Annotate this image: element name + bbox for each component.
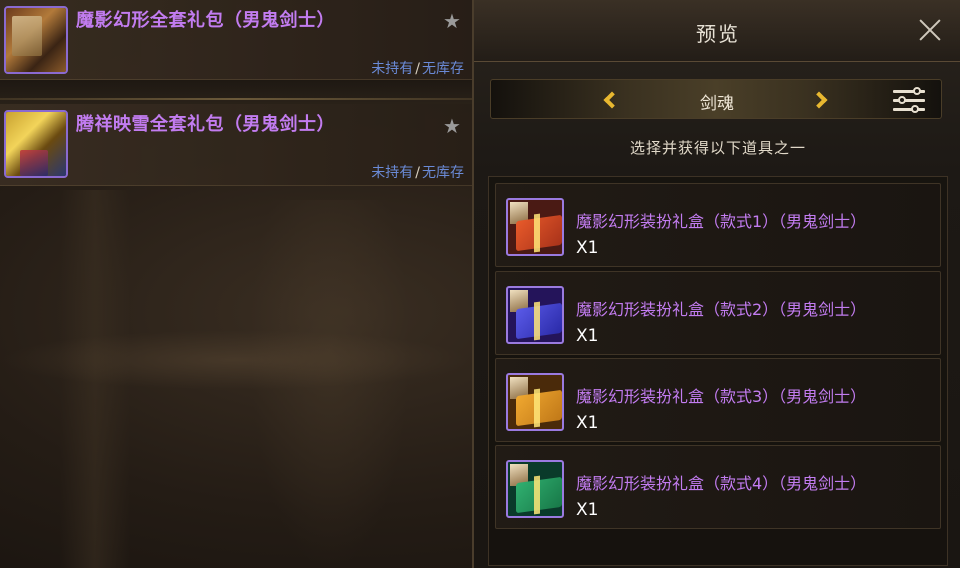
preview-header: 预览 (474, 0, 960, 62)
list-item-package-1[interactable]: 魔影幻形全套礼包（男鬼剑士） ★ 未持有 / 无库存 (0, 0, 472, 80)
reward-name: 魔影幻形装扮礼盒（款式2）（男鬼剑士） (576, 300, 867, 319)
status-stock: 无库存 (422, 61, 464, 77)
item-status: 未持有 / 无库存 (371, 162, 464, 182)
reward-name: 魔影幻形装扮礼盒（款式3）（男鬼剑士） (576, 387, 867, 406)
reward-row[interactable]: 魔影幻形装扮礼盒（款式4）（男鬼剑士） X1 (495, 445, 941, 529)
class-name: 剑魂 (700, 94, 734, 114)
item-status: 未持有 / 无库存 (371, 58, 464, 78)
status-owned: 未持有 (371, 165, 414, 181)
reward-quantity: X1 (576, 413, 599, 433)
preview-panel: 预览 剑魂 选择并获得以下道具之一 魔影幻形装扮礼盒（款式1）（男鬼剑士） X1… (472, 0, 960, 568)
status-separator: / (415, 61, 420, 77)
reward-row[interactable]: 魔影幻形装扮礼盒（款式2）（男鬼剑士） X1 (495, 271, 941, 355)
reward-list: 魔影幻形装扮礼盒（款式1）（男鬼剑士） X1 魔影幻形装扮礼盒（款式2）（男鬼剑… (488, 176, 948, 566)
gift-box-icon (506, 198, 564, 256)
choose-instruction: 选择并获得以下道具之一 (629, 139, 806, 157)
costume-pack-icon (4, 6, 68, 74)
item-title: 腾祥映雪全套礼包（男鬼剑士） (76, 114, 335, 135)
reward-row[interactable]: 魔影幻形装扮礼盒（款式3）（男鬼剑士） X1 (495, 358, 941, 442)
reward-name: 魔影幻形装扮礼盒（款式4）（男鬼剑士） (576, 474, 867, 493)
preview-title: 预览 (696, 22, 740, 46)
costume-pack-icon (4, 110, 68, 178)
status-owned: 未持有 (371, 61, 414, 77)
list-divider-area (0, 80, 472, 104)
favorite-star-icon[interactable]: ★ (443, 114, 461, 138)
status-separator: / (415, 165, 420, 181)
status-stock: 无库存 (422, 165, 464, 181)
reward-name: 魔影幻形装扮礼盒（款式1）（男鬼剑士） (576, 212, 867, 231)
list-item-package-2[interactable]: 腾祥映雪全套礼包（男鬼剑士） ★ 未持有 / 无库存 (0, 104, 472, 186)
close-icon[interactable] (916, 16, 944, 44)
filter-settings-icon[interactable] (893, 86, 925, 114)
gift-box-icon (506, 460, 564, 518)
list-divider (0, 98, 472, 100)
background-roots (0, 330, 470, 390)
gift-box-icon (506, 286, 564, 344)
reward-row[interactable]: 魔影幻形装扮礼盒（款式1）（男鬼剑士） X1 (495, 183, 941, 267)
item-title: 魔影幻形全套礼包（男鬼剑士） (76, 10, 335, 31)
reward-quantity: X1 (576, 326, 599, 346)
reward-quantity: X1 (576, 500, 599, 520)
favorite-star-icon[interactable]: ★ (443, 9, 461, 33)
reward-quantity: X1 (576, 238, 599, 258)
gift-box-icon (506, 373, 564, 431)
next-class-arrow-icon[interactable] (810, 88, 833, 112)
class-selector: 剑魂 (490, 79, 942, 119)
